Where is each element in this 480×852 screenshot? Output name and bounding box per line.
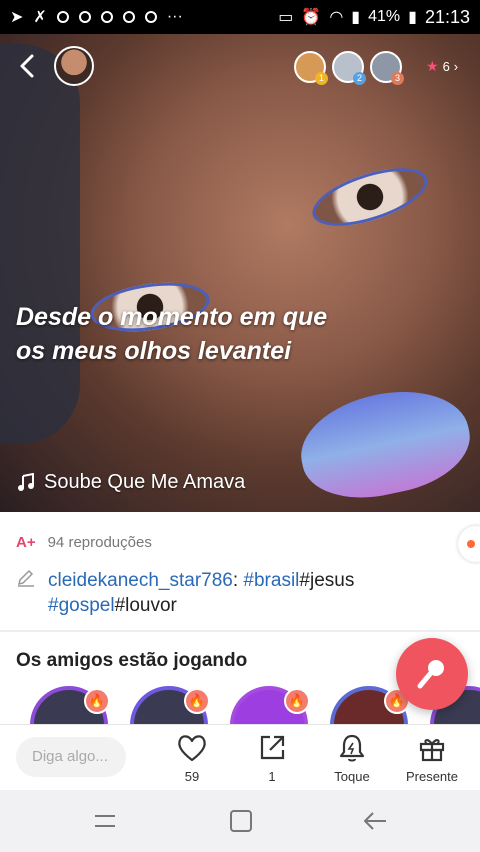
top-fan-avatar-3[interactable]: 3 — [370, 51, 404, 85]
cast-icon: ▭ — [278, 9, 294, 26]
alarm-icon: ⏰ — [301, 9, 322, 26]
share-count: 1 — [268, 769, 276, 784]
music-note-icon — [18, 472, 34, 491]
back-button[interactable] — [14, 52, 42, 80]
floating-side-button[interactable] — [458, 526, 480, 562]
hashtag-link[interactable]: #gospel — [48, 595, 115, 616]
home-icon[interactable] — [228, 808, 254, 834]
signal-icon: ▮ — [351, 9, 361, 26]
like-count: 59 — [184, 769, 200, 784]
lyric-line: Desde o momento em que — [16, 303, 328, 331]
friends-section-title: Os amigos estão jogando — [16, 650, 248, 671]
chrome-icon — [144, 11, 157, 23]
microphone-icon — [417, 660, 444, 689]
song-link[interactable]: Soube Que Me Amava — [16, 471, 245, 494]
battery-percent: 41% — [368, 8, 401, 25]
action-bar: Diga algo... 59 1 Toque Presente — [0, 724, 480, 790]
top-fan-avatar-1[interactable]: 1 — [294, 51, 328, 85]
viewer-count-value: 6 — [442, 59, 450, 74]
share-button[interactable]: 1 — [232, 733, 312, 784]
divider — [0, 630, 480, 632]
status-bar: ➤ ✗ ··· ▭ ⏰ ◠ ▮ 41% ▮ 21:13 — [0, 0, 480, 34]
video-frame-eye — [305, 156, 435, 238]
recent-apps-icon[interactable] — [92, 808, 118, 834]
song-title: Soube Que Me Amava — [44, 471, 246, 493]
hashtag-link[interactable]: #brasil — [243, 570, 299, 591]
like-button[interactable]: 59 — [152, 733, 232, 784]
friend-avatar[interactable]: 🔥 — [230, 686, 310, 724]
pencil-icon — [17, 569, 34, 587]
caption-username[interactable]: cleidekanech_star786 — [48, 570, 233, 591]
system-nav-bar — [0, 790, 480, 852]
heart-icon — [178, 735, 206, 762]
chevron-right-icon: › — [453, 59, 459, 74]
bell-icon — [339, 734, 365, 762]
chevron-left-icon — [20, 54, 34, 78]
chrome-icon — [100, 11, 113, 23]
telegram-icon: ➤ — [10, 9, 24, 26]
author-avatar[interactable] — [54, 46, 94, 86]
star-icon: ★ — [426, 58, 439, 74]
share-icon — [260, 735, 285, 760]
fire-icon: 🔥 — [284, 688, 310, 714]
rank-badge: 2 — [353, 72, 366, 85]
play-count: A+ 94 reproduções — [16, 534, 152, 551]
caption-separator: : — [232, 570, 244, 591]
aplus-icon: A+ — [16, 534, 36, 551]
back-nav-icon[interactable] — [362, 808, 388, 834]
top-fan-avatar-2[interactable]: 2 — [332, 51, 366, 85]
rank-badge: 1 — [315, 72, 328, 85]
battery-icon: ▮ — [408, 9, 417, 26]
play-count-text: 94 reproduções — [47, 534, 152, 551]
video-frame-lips — [291, 377, 479, 511]
fire-icon: 🔥 — [184, 688, 210, 714]
comment-input[interactable]: Diga algo... — [16, 737, 126, 777]
chrome-icon — [56, 11, 69, 23]
lyrics-overlay: Desde o momento em que os meus olhos lev… — [16, 300, 327, 368]
caption-word: #louvor — [114, 595, 177, 616]
fire-icon: 🔥 — [84, 688, 110, 714]
video-info: A+ 94 reproduções cleidekanech_star786: … — [0, 512, 480, 632]
friend-avatar[interactable]: 🔥 — [30, 686, 110, 724]
caption-word: #jesus — [299, 570, 355, 591]
toque-button[interactable]: Toque — [312, 733, 392, 784]
gift-button[interactable]: Presente — [392, 733, 472, 784]
chrome-icon — [122, 11, 135, 23]
caption-text: cleidekanech_star786: #brasil#jesus #gos… — [48, 568, 354, 618]
friend-avatar[interactable]: 🔥 — [330, 686, 410, 724]
rank-badge: 3 — [391, 72, 404, 85]
lyric-line: os meus olhos levantei — [16, 337, 292, 365]
friend-avatar[interactable]: 🔥 — [130, 686, 210, 724]
viewer-count[interactable]: ★ 6 › — [426, 58, 458, 75]
chrome-icon — [78, 11, 91, 23]
more-notifications-icon: ··· — [166, 8, 183, 25]
system-icons: ▭ ⏰ ◠ ▮ 41% ▮ 21:13 — [278, 7, 470, 28]
toque-label: Toque — [334, 769, 370, 784]
wifi-icon: ◠ — [329, 9, 344, 26]
video-frame-hair — [0, 44, 80, 444]
clock: 21:13 — [424, 6, 470, 27]
missed-call-icon: ✗ — [33, 9, 47, 26]
notification-icons: ➤ ✗ ··· — [10, 7, 183, 27]
caption: cleidekanech_star786: #brasil#jesus #gos… — [16, 568, 354, 618]
sing-button[interactable] — [396, 638, 468, 710]
gift-label: Presente — [405, 769, 459, 784]
video-player[interactable] — [0, 34, 480, 512]
gift-icon — [419, 739, 445, 762]
